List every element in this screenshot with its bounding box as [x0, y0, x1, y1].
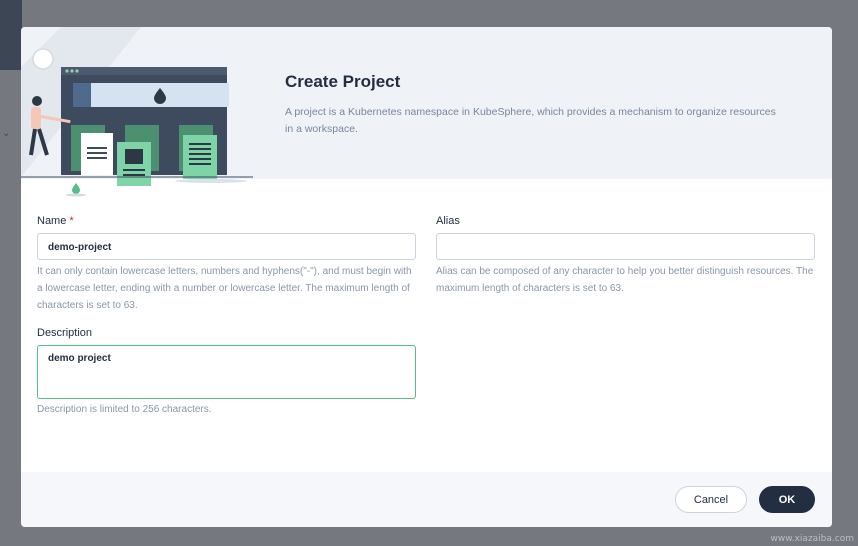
- header-illustration: [21, 27, 253, 197]
- ok-button[interactable]: OK: [759, 486, 815, 513]
- required-mark: *: [69, 215, 74, 227]
- create-project-modal: Create Project A project is a Kubernetes…: [21, 27, 832, 527]
- background-sidebar: [0, 0, 22, 70]
- name-label: Name *: [37, 215, 74, 227]
- alias-help-text: Alias can be composed of any character t…: [436, 266, 814, 294]
- modal-title: Create Project: [285, 72, 401, 91]
- name-label-text: Name: [37, 215, 67, 227]
- modal-footer: Cancel OK: [21, 472, 832, 527]
- cancel-button[interactable]: Cancel: [675, 486, 747, 513]
- alias-label: Alias: [436, 215, 460, 227]
- chevron-down-icon: ⌄: [2, 128, 11, 139]
- description-help-text: Description is limited to 256 characters…: [37, 404, 212, 415]
- watermark: www.xiazaiba.com: [770, 534, 854, 544]
- description-label: Description: [37, 327, 93, 339]
- name-input[interactable]: demo-project: [37, 233, 416, 260]
- modal-subtitle: A project is a Kubernetes namespace in K…: [285, 106, 776, 135]
- modal-header: Create Project A project is a Kubernetes…: [21, 27, 832, 197]
- name-help-text: It can only contain lowercase letters, n…: [37, 266, 412, 311]
- alias-input[interactable]: [436, 233, 815, 260]
- description-textarea[interactable]: demo project: [37, 345, 416, 399]
- document-icon: [81, 133, 113, 175]
